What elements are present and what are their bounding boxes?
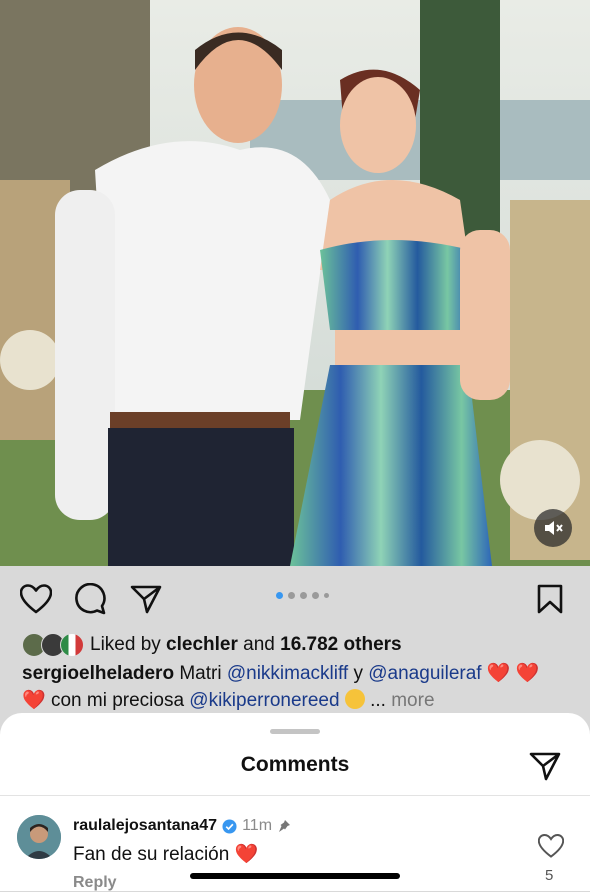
- post-caption: sergioelheladero Matri @nikkimackliff y …: [22, 660, 578, 714]
- commenter-username[interactable]: raulalejosantana47: [73, 817, 217, 835]
- caption-text: con mi preciosa: [45, 690, 190, 711]
- avatar: [60, 633, 84, 657]
- share-button[interactable]: [129, 582, 163, 616]
- comment-header: raulalejosantana47 11m: [73, 817, 291, 835]
- caption-ellipsis: ...: [370, 690, 386, 711]
- carousel-dot: [324, 593, 329, 598]
- home-indicator[interactable]: [190, 873, 400, 879]
- divider: [0, 795, 590, 796]
- bookmark-icon: [537, 584, 563, 614]
- carousel-dot: [300, 592, 307, 599]
- likes-prefix: Liked by: [90, 634, 167, 655]
- liker-username[interactable]: clechler: [166, 634, 238, 655]
- likes-count[interactable]: 16.782 others: [280, 634, 401, 655]
- caption-mention[interactable]: @anaguileraf: [368, 663, 481, 684]
- commenter-avatar[interactable]: [17, 815, 61, 859]
- likes-middle: and: [237, 634, 281, 655]
- comment-like-count: 5: [545, 867, 554, 884]
- carousel-dot: [288, 592, 295, 599]
- pin-icon: [279, 820, 291, 832]
- liker-avatars: [22, 633, 84, 657]
- sheet-grabber[interactable]: [270, 729, 320, 734]
- paper-plane-icon: [130, 585, 162, 614]
- caption-mention[interactable]: @kikiperronereed: [189, 690, 339, 711]
- heart-eyes-emoji: [344, 689, 365, 709]
- comment-timestamp: 11m: [242, 817, 273, 834]
- photo-illustration: [0, 0, 590, 566]
- comment-button[interactable]: [74, 582, 108, 616]
- heart-icon: [20, 584, 52, 614]
- carousel-dot: [312, 592, 319, 599]
- speaker-muted-icon: [545, 521, 563, 535]
- heart-icon[interactable]: [538, 833, 564, 859]
- comment-bubble-icon: [75, 583, 106, 615]
- likes-summary[interactable]: Liked by clechler and 16.782 others: [22, 632, 402, 658]
- caption-text: Matri: [174, 663, 227, 684]
- mute-button[interactable]: [534, 509, 572, 547]
- red-heart-emoji: ❤️: [234, 844, 259, 865]
- reply-button[interactable]: Reply: [73, 874, 117, 892]
- caption-more-link[interactable]: more: [391, 690, 434, 711]
- red-heart-emoji: ❤️: [486, 663, 511, 684]
- carousel-indicator: [276, 592, 329, 599]
- red-heart-emoji: ❤️: [22, 690, 46, 711]
- comment-text: Fan de su relación ❤️: [73, 842, 258, 866]
- avatar-image: [17, 815, 61, 859]
- like-button[interactable]: [19, 582, 53, 616]
- sheet-share-button[interactable]: [528, 749, 562, 783]
- comments-sheet: Comments raulalejosantana47 11m Fan de s…: [0, 713, 590, 891]
- carousel-dot: [276, 592, 283, 599]
- save-button[interactable]: [533, 582, 567, 616]
- verified-badge-icon: [222, 818, 237, 834]
- paper-plane-icon: [529, 752, 561, 781]
- caption-mention[interactable]: @nikkimackliff: [227, 663, 348, 684]
- comment-body: Fan de su relación: [73, 844, 230, 865]
- sheet-title: Comments: [240, 753, 350, 776]
- caption-username[interactable]: sergioelheladero: [22, 663, 174, 684]
- red-heart-emoji: ❤️: [515, 663, 540, 684]
- post-action-bar: [0, 566, 590, 632]
- post-photo[interactable]: [0, 0, 590, 566]
- caption-text: y: [348, 663, 369, 684]
